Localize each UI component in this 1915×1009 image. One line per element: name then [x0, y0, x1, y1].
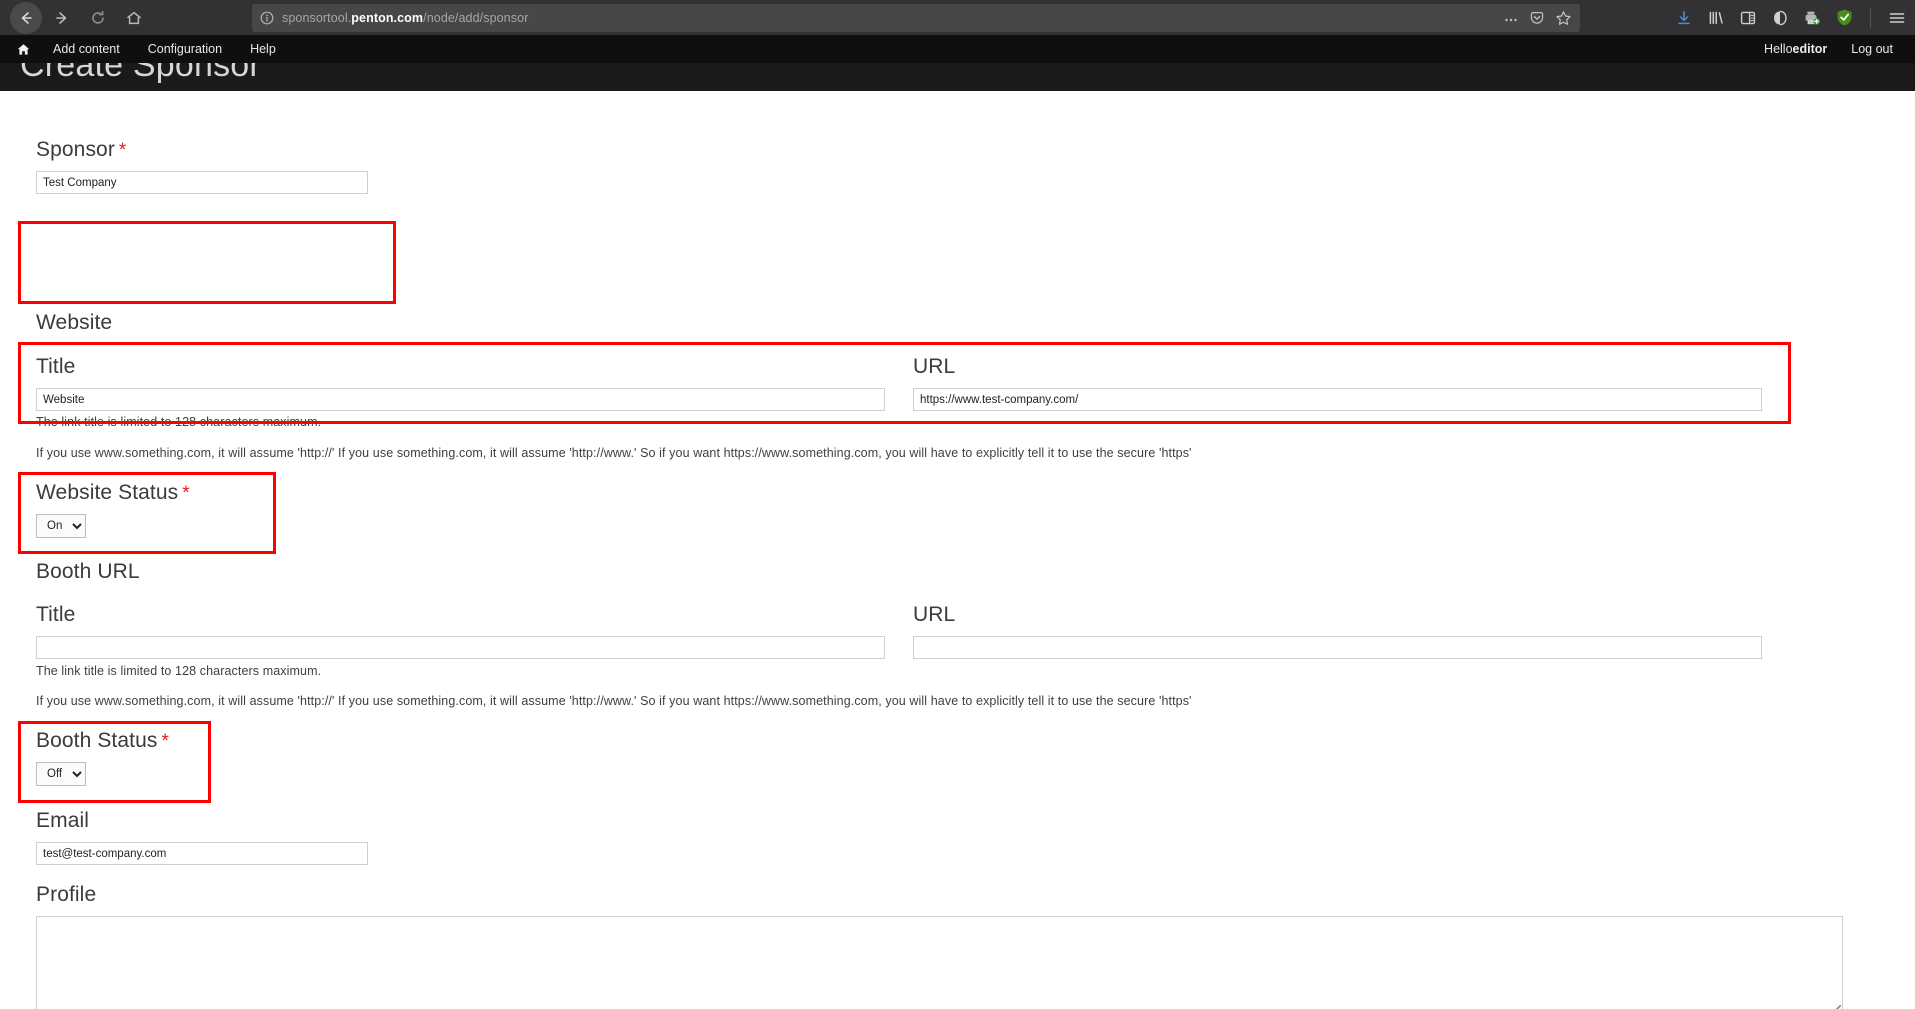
back-button[interactable] [10, 1, 42, 34]
booth-status-required-marker: * [161, 731, 169, 752]
website-url-label: URL [913, 355, 956, 378]
sponsor-input[interactable] [36, 171, 368, 194]
website-section-heading: Website [36, 311, 113, 334]
profile-label: Profile [36, 883, 97, 906]
booth-url-help-text: If you use www.something.com, it will as… [36, 694, 1192, 708]
website-url-input[interactable] [913, 388, 1762, 411]
booth-title-field-group: Title [36, 603, 885, 659]
url-text: sponsortool.penton.com/node/add/sponsor [282, 11, 1503, 25]
website-status-label-text: Website Status [36, 481, 179, 504]
admin-home-link[interactable] [10, 35, 39, 63]
booth-title-input[interactable] [36, 636, 885, 659]
booth-status-label: Booth Status * [36, 729, 169, 753]
admin-item-help[interactable]: Help [236, 35, 290, 63]
logout-link[interactable]: Log out [1839, 35, 1905, 63]
reload-icon [92, 10, 104, 24]
sponsor-label-text: Sponsor [36, 138, 115, 161]
browser-chrome: sponsortool.penton.com/node/add/sponsor [0, 0, 1915, 35]
form-content: Sponsor* Website Title URL The link titl… [0, 91, 1915, 1009]
sponsor-label: Sponsor * [36, 138, 368, 162]
website-title-label: Title [36, 355, 76, 378]
sponsor-field-group: Sponsor * [36, 138, 368, 194]
download-arrow-icon[interactable] [1675, 9, 1693, 27]
greeting-prefix: Hello [1764, 42, 1793, 56]
admin-toolbar-right: Hello editor Log out [1752, 35, 1905, 63]
star-icon[interactable] [1555, 10, 1572, 27]
page-title: Create Sponsor [20, 63, 261, 84]
admin-toolbar: Add content Configuration Help Hello edi… [0, 35, 1915, 63]
user-greeting[interactable]: Hello editor [1752, 35, 1839, 63]
booth-title-label: Title [36, 603, 76, 626]
url-path: /node/add/sponsor [423, 11, 529, 25]
pocket-icon[interactable] [1529, 10, 1545, 26]
booth-section-heading: Booth URL [36, 560, 140, 583]
website-url-field-group: URL [913, 355, 1762, 411]
booth-title-help-text: The link title is limited to 128 charact… [36, 664, 322, 678]
website-status-select[interactable]: On Off [36, 514, 86, 538]
email-field-group: Email [36, 809, 368, 865]
url-bar-container: sponsortool.penton.com/node/add/sponsor [252, 4, 1580, 32]
printer-add-icon[interactable] [1803, 9, 1821, 27]
home-button[interactable] [118, 2, 150, 34]
booth-status-field-group: Booth Status* On Off [36, 729, 169, 786]
booth-status-label-text: Booth Status [36, 729, 158, 752]
sponsor-required-marker: * [118, 140, 127, 161]
website-status-required-marker: * [182, 483, 190, 504]
page-title-band: Create Sponsor [0, 63, 1915, 91]
website-status-label: Website Status * [36, 481, 190, 505]
website-title-help-text: The link title is limited to 128 charact… [36, 415, 322, 429]
email-label: Email [36, 809, 90, 832]
booth-url-label: URL [913, 603, 956, 626]
container-tab-icon[interactable] [1771, 9, 1789, 27]
green-check-shield-icon[interactable] [1835, 8, 1854, 27]
browser-toolbar-actions [1675, 0, 1907, 35]
booth-url-field-group: URL [913, 603, 1762, 659]
reload-button[interactable] [82, 2, 114, 34]
profile-textarea[interactable] [36, 916, 1843, 1009]
website-title-input[interactable] [36, 388, 885, 411]
toolbar-divider [1870, 7, 1871, 28]
browser-nav-buttons [10, 1, 150, 34]
home-icon [17, 43, 30, 55]
ellipsis-icon[interactable] [1503, 10, 1519, 26]
booth-status-select[interactable]: On Off [36, 762, 86, 786]
url-bar[interactable]: sponsortool.penton.com/node/add/sponsor [252, 4, 1580, 32]
website-url-help-text: If you use www.something.com, it will as… [36, 446, 1192, 460]
url-bar-actions [1503, 10, 1572, 27]
home-icon [127, 11, 141, 24]
profile-textarea-wrapper [36, 916, 1843, 1009]
url-subdomain: sponsortool. [282, 11, 352, 25]
annotation-box-sponsor [18, 221, 396, 304]
profile-field-group: Profile [36, 883, 1843, 1009]
admin-toolbar-left: Add content Configuration Help [10, 35, 290, 63]
url-domain: penton.com [351, 11, 424, 25]
booth-url-input[interactable] [913, 636, 1762, 659]
library-icon[interactable] [1707, 9, 1725, 27]
forward-arrow-icon [56, 11, 67, 24]
website-status-field-group: Website Status* On Off [36, 481, 190, 538]
hamburger-menu-icon[interactable] [1887, 8, 1907, 28]
admin-item-add-content[interactable]: Add content [39, 35, 134, 63]
sidebar-icon[interactable] [1739, 9, 1757, 27]
admin-item-configuration[interactable]: Configuration [134, 35, 236, 63]
email-input[interactable] [36, 842, 368, 865]
page-info-icon[interactable] [260, 11, 274, 25]
back-arrow-icon [21, 11, 32, 24]
greeting-username: editor [1792, 42, 1828, 56]
website-title-field-group: Title [36, 355, 885, 411]
forward-button[interactable] [46, 2, 78, 34]
